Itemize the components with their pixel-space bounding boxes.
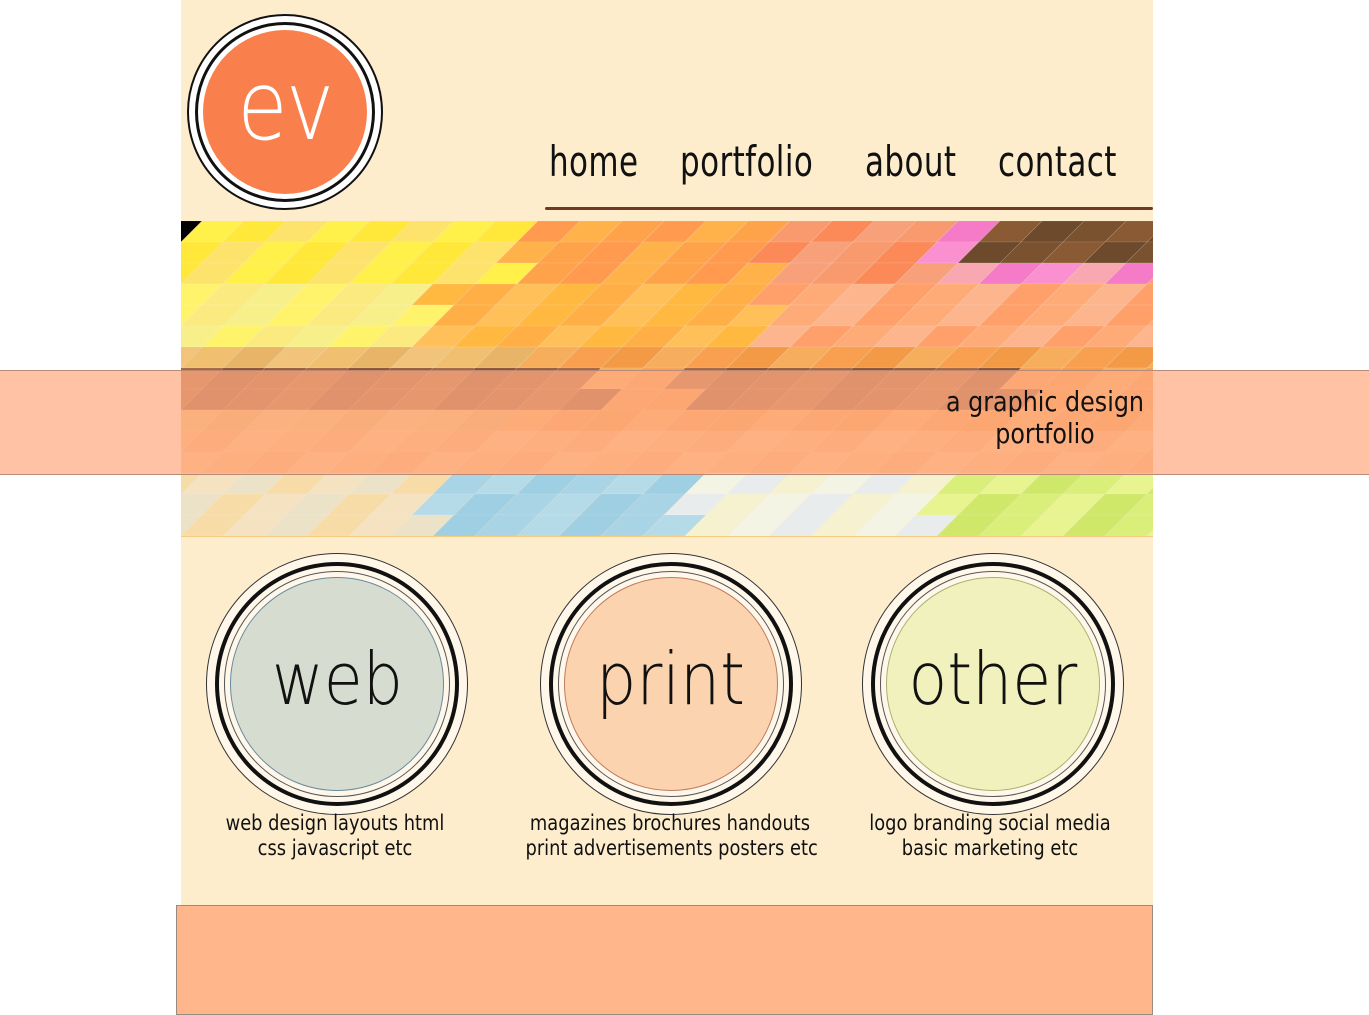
print-tags: magazines brochures handouts print adver… bbox=[500, 811, 840, 861]
web-tags-line-2: css javascript etc bbox=[257, 836, 413, 860]
logo-text: ev bbox=[237, 50, 334, 162]
web-circle: web bbox=[230, 577, 444, 791]
print-tags-line-2: print advertisements posters etc bbox=[525, 836, 818, 860]
footer-bar bbox=[176, 905, 1153, 1015]
nav-contact-link[interactable]: contact bbox=[998, 138, 1117, 186]
other-label: other bbox=[908, 637, 1078, 721]
main-nav: home portfolio about contact bbox=[549, 138, 1143, 186]
nav-portfolio-link[interactable]: portfolio bbox=[680, 138, 813, 186]
web-category-button[interactable]: web bbox=[206, 553, 468, 815]
nav-home-link[interactable]: home bbox=[549, 138, 638, 186]
tagline-line-1: a graphic design bbox=[945, 385, 1145, 418]
other-circle: other bbox=[886, 577, 1100, 791]
other-tags-line-2: basic marketing etc bbox=[901, 836, 1079, 860]
ev-logo[interactable]: ev bbox=[187, 14, 383, 210]
print-tags-line-1: magazines brochures handouts bbox=[529, 811, 811, 835]
other-category-button[interactable]: other bbox=[862, 553, 1124, 815]
print-category-button[interactable]: print bbox=[540, 553, 802, 815]
logo-disc: ev bbox=[203, 30, 367, 194]
print-circle: print bbox=[564, 577, 778, 791]
hero-tagline: a graphic design portfolio bbox=[900, 386, 1190, 450]
tagline-line-2: portfolio bbox=[995, 417, 1095, 450]
nav-underline bbox=[545, 207, 1153, 210]
other-tags: logo branding social media basic marketi… bbox=[820, 811, 1160, 861]
nav-about-link[interactable]: about bbox=[865, 138, 956, 186]
web-label: web bbox=[271, 637, 403, 721]
web-tags-line-1: web design layouts html bbox=[225, 811, 445, 835]
other-tags-line-1: logo branding social media bbox=[869, 811, 1111, 835]
print-label: print bbox=[596, 637, 746, 721]
web-tags: web design layouts html css javascript e… bbox=[165, 811, 505, 861]
